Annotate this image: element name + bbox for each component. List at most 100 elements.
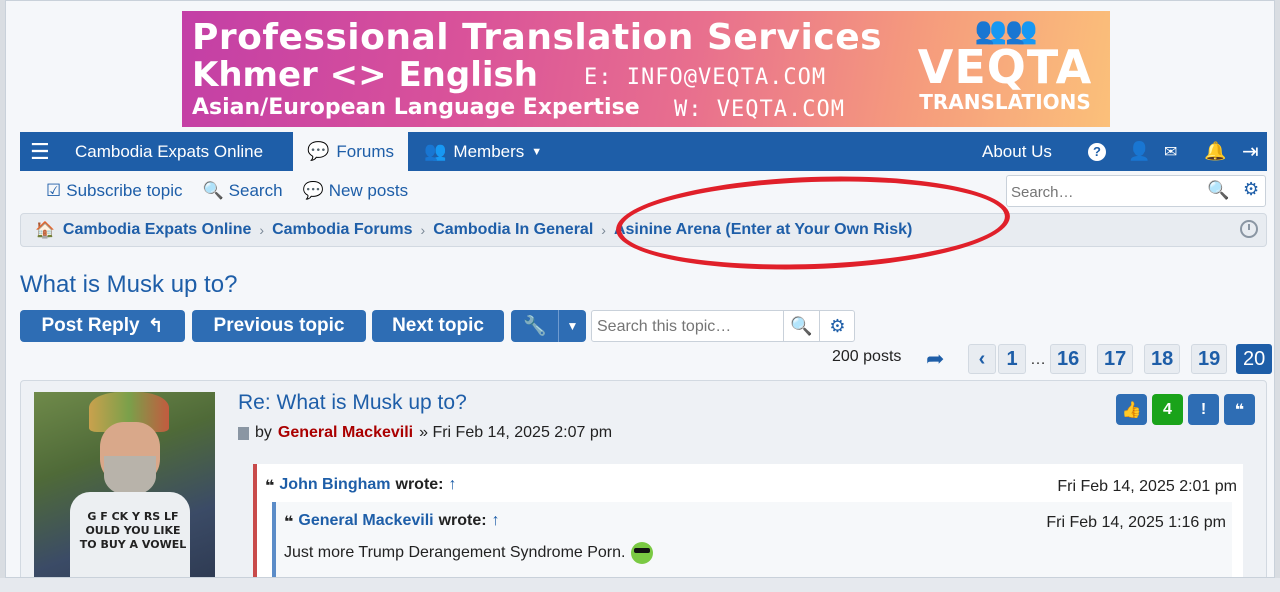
navbar: ☰ Cambodia Expats Online 💬 Forums 👥 Memb… <box>20 132 1267 171</box>
logo-sub: TRANSLATIONS <box>919 90 1091 114</box>
quote-outer: ❝ John Bingham wrote: ↑ Fri Feb 14, 2025… <box>253 464 1243 577</box>
quote-icon: ❝ <box>265 478 275 495</box>
page: Professional Translation Services Khmer … <box>5 0 1275 578</box>
pagination-prev[interactable]: ‹ <box>968 344 996 374</box>
chevron-down-icon: ▼ <box>531 145 543 158</box>
next-topic-button[interactable]: Next topic <box>372 310 504 342</box>
nav-about-link[interactable]: About Us <box>982 132 1052 171</box>
nav-members-menu[interactable]: 👥 Members ▼ <box>424 132 542 171</box>
search-submit-icon[interactable]: 🔍 <box>1207 180 1229 201</box>
breadcrumb-item-site[interactable]: Cambodia Expats Online <box>63 221 251 239</box>
pagination-page[interactable]: 16 <box>1050 344 1087 374</box>
post: G F CK Y RS LF OULD YOU LIKE TO BUY A VO… <box>20 380 1267 577</box>
search-link[interactable]: 🔍 Search <box>202 181 282 201</box>
header-search: 🔍 ⚙ <box>1006 175 1266 207</box>
chevron-down-icon[interactable]: ▼ <box>558 310 586 342</box>
topic-search-gear-icon[interactable]: ⚙ <box>819 311 855 341</box>
quote-icon: ❝ <box>284 514 294 531</box>
post-reply-label: Post Reply <box>41 315 140 336</box>
inbox-icon[interactable]: ✉ <box>1164 132 1177 171</box>
quote-wrote: wrote: <box>438 512 487 529</box>
subscribe-topic-link[interactable]: ☑ Subscribe topic <box>46 181 182 201</box>
quote-author[interactable]: John Bingham <box>279 476 390 496</box>
logout-icon[interactable]: ⇥ <box>1242 132 1259 171</box>
quote-inner: ❝ General Mackevili wrote: ↑ Fri Feb 14,… <box>272 502 1232 577</box>
reply-arrow-icon: ↰ <box>147 315 164 337</box>
avatar[interactable]: G F CK Y RS LF OULD YOU LIKE TO BUY A VO… <box>34 392 215 577</box>
quote-header: ❝ General Mackevili wrote: ↑ <box>284 512 500 532</box>
logo-brand: VEQTA <box>917 40 1093 94</box>
sunglasses-emoji-icon <box>631 542 654 564</box>
post-by: by <box>255 424 272 441</box>
quote-date: Fri Feb 14, 2025 2:01 pm <box>1057 478 1237 495</box>
quote-source-arrow[interactable]: ↑ <box>449 476 457 496</box>
breadcrumb-item-general[interactable]: Cambodia In General <box>433 221 593 239</box>
user-icon[interactable]: 👤 <box>1128 132 1150 171</box>
ad-banner[interactable]: Professional Translation Services Khmer … <box>182 11 1110 127</box>
quote-header: ❝ John Bingham wrote: ↑ <box>265 476 457 496</box>
veqta-logo: 👥👥 VEQTA TRANSLATIONS <box>910 15 1100 123</box>
post-date: » Fri Feb 14, 2025 2:07 pm <box>419 424 613 441</box>
banner-line1: Professional Translation Services <box>192 17 883 58</box>
avatar-beard <box>104 456 156 496</box>
users-icon: 👥 <box>424 141 447 161</box>
search-icon: 🔍 <box>202 181 224 200</box>
header-search-input[interactable] <box>1011 181 1201 203</box>
post-count: 200 posts <box>832 348 902 365</box>
post-meta: by General Mackevili » Fri Feb 14, 2025 … <box>238 424 612 442</box>
pagination-page[interactable]: 18 <box>1144 344 1181 374</box>
quote-author[interactable]: General Mackevili <box>298 512 433 532</box>
nav-site-link[interactable]: Cambodia Expats Online <box>75 132 263 171</box>
bell-icon[interactable]: 🔔 <box>1204 132 1226 171</box>
quote-source-arrow[interactable]: ↑ <box>492 512 500 532</box>
banner-email: E: INFO@VEQTA.COM <box>584 65 827 90</box>
quote-date: Fri Feb 14, 2025 1:16 pm <box>1046 514 1226 531</box>
previous-topic-button[interactable]: Previous topic <box>192 310 366 342</box>
thumbs-up-icon[interactable]: 👍 <box>1116 394 1147 425</box>
post-title[interactable]: Re: What is Musk up to? <box>238 391 467 415</box>
post-author[interactable]: General Mackevili <box>278 424 413 442</box>
breadcrumb-separator: › <box>420 222 426 238</box>
quote-body-text: Just more Trump Derangement Syndrome Por… <box>284 544 626 561</box>
topic-search-submit-icon[interactable]: 🔍 <box>783 311 819 341</box>
pagination-page[interactable]: 17 <box>1097 344 1134 374</box>
taskbar <box>0 578 1280 592</box>
jump-to-page-icon[interactable]: ➦ <box>926 346 944 372</box>
banner-line2: Khmer <> English <box>192 55 538 95</box>
comments-icon: 💬 <box>302 181 324 200</box>
advanced-search-gear-icon[interactable]: ⚙ <box>1243 179 1259 200</box>
post-reply-button[interactable]: Post Reply ↰ <box>20 310 185 342</box>
reaction-count[interactable]: 4 <box>1152 394 1183 425</box>
topic-search-input[interactable] <box>597 316 777 338</box>
check-icon: ☑ <box>46 181 62 200</box>
topic-sublinks: ☑ Subscribe topic 🔍 Search 💬 New posts <box>46 181 408 201</box>
pagination-ellipsis: … <box>1030 351 1046 368</box>
quote-body: Just more Trump Derangement Syndrome Por… <box>284 542 654 564</box>
pagination-current-page: 20 <box>1236 344 1273 374</box>
new-posts-label: New posts <box>328 181 409 200</box>
pagination-page[interactable]: 1 <box>998 344 1026 374</box>
breadcrumb-item-forums[interactable]: Cambodia Forums <box>272 221 412 239</box>
home-icon: 🏠 <box>35 222 55 239</box>
quote-icon[interactable]: ❝ <box>1224 394 1255 425</box>
banner-line3: Asian/European Language Expertise <box>192 95 640 120</box>
avatar-shirt-text: G F CK Y RS LF OULD YOU LIKE TO BUY A VO… <box>79 510 187 551</box>
report-icon[interactable]: ! <box>1188 394 1219 425</box>
page-title[interactable]: What is Musk up to? <box>20 271 237 299</box>
clock-icon <box>1240 220 1258 238</box>
wrench-icon: 🔧 <box>523 316 547 337</box>
new-posts-link[interactable]: 💬 New posts <box>303 181 409 201</box>
post-file-icon[interactable] <box>238 426 249 440</box>
red-annotation-circle <box>614 170 1012 276</box>
subscribe-label: Subscribe topic <box>66 181 183 200</box>
search-label: Search <box>228 181 283 200</box>
chat-icon: 💬 <box>306 141 330 161</box>
breadcrumb-separator: › <box>259 222 265 238</box>
help-icon[interactable]: ? <box>1088 132 1106 171</box>
topic-search: 🔍 ⚙ <box>591 310 855 342</box>
hamburger-icon[interactable]: ☰ <box>30 132 50 171</box>
topic-tools-button[interactable]: 🔧 ▼ <box>511 310 586 342</box>
quote-wrote: wrote: <box>395 476 444 493</box>
pagination-page[interactable]: 19 <box>1191 344 1228 374</box>
nav-forums-tab[interactable]: 💬 Forums <box>293 132 408 171</box>
